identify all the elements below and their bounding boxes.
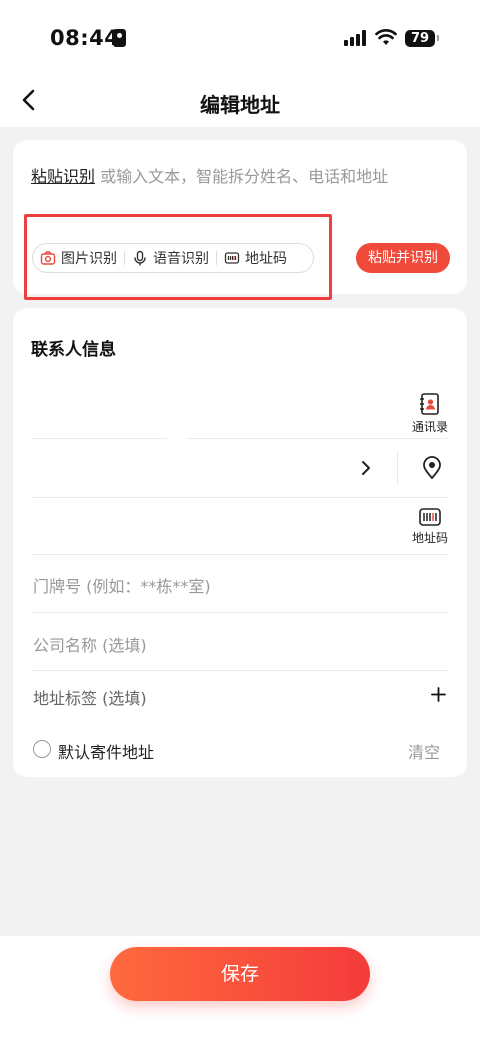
- address-book-icon: [420, 393, 439, 415]
- company-name-input[interactable]: 公司名称 (选填): [33, 632, 147, 656]
- address-code-button[interactable]: 地址码: [217, 248, 294, 268]
- image-recognition-button[interactable]: 图片识别: [33, 248, 124, 268]
- smart-paste-card[interactable]: 粘贴识别 或输入文本，智能拆分姓名、电话和地址 图片识别 语音识别 地址码 粘贴…: [13, 140, 467, 300]
- save-button[interactable]: 保存: [110, 947, 370, 1001]
- image-recognition-label: 图片识别: [61, 251, 117, 267]
- address-tag-label: 地址标签 (选填): [33, 689, 147, 708]
- paste-input-area[interactable]: 粘贴识别 或输入文本，智能拆分姓名、电话和地址: [31, 163, 388, 187]
- divider: [31, 554, 449, 555]
- page-title: 编辑地址: [200, 93, 280, 117]
- address-code-icon: [419, 508, 441, 526]
- divider: [31, 670, 449, 671]
- address-code-label: 地址码: [245, 251, 287, 267]
- nav-bar: 编辑地址: [0, 76, 480, 126]
- paste-and-recognize-button[interactable]: 粘贴并识别: [356, 243, 450, 273]
- cellular-signal-icon: [344, 30, 368, 46]
- chevron-right-icon[interactable]: [359, 458, 373, 478]
- status-bar: 08:44 79: [0, 0, 480, 76]
- location-pin-icon[interactable]: [422, 456, 442, 480]
- contacts-button[interactable]: 通讯录: [405, 392, 455, 435]
- microphone-icon: [134, 250, 146, 266]
- address-code-entry[interactable]: 地址码: [405, 507, 455, 546]
- name-field[interactable]: [31, 438, 167, 439]
- recognition-tools: 图片识别 语音识别 地址码: [32, 243, 314, 273]
- contact-info-card: 联系人信息 通讯录 地址码 门牌号 (例如：**栋**室) 公司名称 (选填) …: [13, 308, 467, 777]
- voice-recognition-button[interactable]: 语音识别: [125, 248, 216, 268]
- house-number-input[interactable]: 门牌号 (例如：**栋**室): [33, 573, 211, 597]
- contacts-label: 通讯录: [411, 420, 448, 434]
- header-area: 08:44 79 编辑地址: [0, 0, 480, 127]
- address-code-icon: [224, 252, 240, 264]
- add-tag-icon[interactable]: [431, 687, 446, 702]
- divider: [31, 612, 449, 613]
- divider: [397, 452, 398, 484]
- default-address-label: 默认寄件地址: [58, 743, 155, 762]
- clear-button[interactable]: 清空: [408, 739, 440, 763]
- voice-recognition-label: 语音识别: [153, 251, 209, 267]
- default-address-radio[interactable]: [33, 740, 51, 758]
- wifi-icon: [375, 29, 397, 45]
- battery-icon: 79: [405, 30, 439, 47]
- paste-recognize-link[interactable]: 粘贴识别: [31, 167, 95, 186]
- region-field[interactable]: [31, 497, 449, 498]
- section-title: 联系人信息: [31, 340, 116, 360]
- address-code-caption: 地址码: [411, 531, 448, 545]
- paste-hint-text: 或输入文本，智能拆分姓名、电话和地址: [100, 167, 389, 186]
- bottom-bar: 保存: [0, 936, 480, 1043]
- id-card-icon: [113, 29, 126, 47]
- status-time: 08:44: [50, 26, 120, 50]
- phone-field[interactable]: [187, 438, 449, 439]
- camera-icon: [40, 251, 56, 265]
